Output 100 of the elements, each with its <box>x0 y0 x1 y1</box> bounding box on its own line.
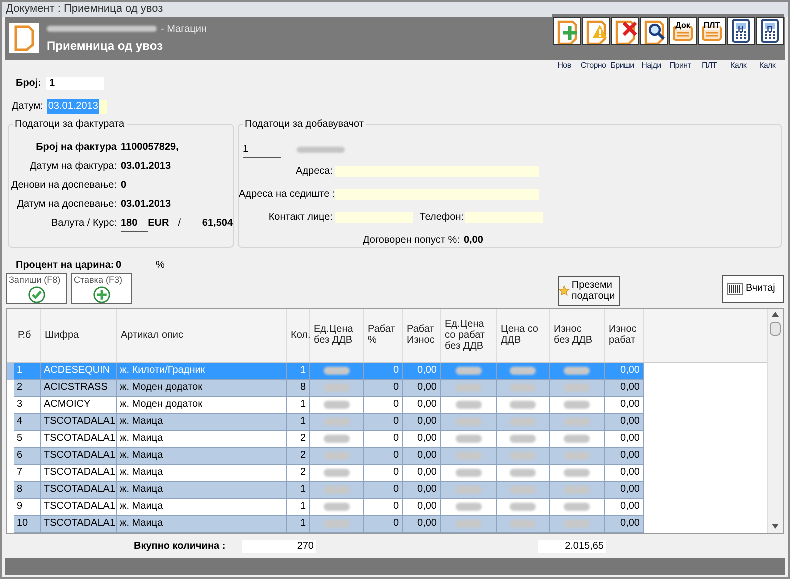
blurred-value <box>456 468 482 477</box>
number-field[interactable]: 1 <box>46 77 104 90</box>
table-cell-text: 0,00 <box>418 381 437 396</box>
table-cell-text: 1 <box>17 364 23 378</box>
total-amount-field: 2.015,65 <box>538 540 606 554</box>
column-header[interactable]: Р.б <box>14 308 41 362</box>
table-cell-text: 0 <box>393 449 399 464</box>
blurred-value <box>456 520 482 528</box>
table-cell-text: ж. Моден додаток <box>120 398 202 412</box>
table-cell-text: 0,00 <box>620 364 640 378</box>
table-cell-text: 1 <box>300 517 306 532</box>
table-cell-text: ACICSTRASS <box>44 381 108 396</box>
scroll-up-icon[interactable] <box>772 312 779 317</box>
currency-code-field[interactable]: 180 <box>121 216 148 232</box>
table-row[interactable]: 3 ACMOICY ж. Моден додаток 1 0 0,00 0,00 <box>14 396 644 414</box>
toolbar-button[interactable] <box>640 16 668 45</box>
table-cell-text: 0 <box>393 483 399 498</box>
discount-value: 0,00 <box>464 234 484 248</box>
blurred-value <box>510 400 536 409</box>
column-header[interactable]: Рабат Износ <box>403 308 441 362</box>
table-row[interactable]: 7 TSCOTADALA1 ж. Маица 2 0 0,00 0,00 <box>14 464 644 482</box>
blurred-value <box>510 502 536 511</box>
blurred-value <box>456 418 482 426</box>
table-cell-text: 1 <box>300 500 306 514</box>
save-button[interactable]: Запиши (F8) <box>6 272 67 304</box>
table-cell-text: 0,00 <box>418 398 437 412</box>
column-header[interactable]: Ед.Цена без ДДВ <box>310 308 364 362</box>
toolbar-button[interactable]: Н <box>727 16 755 45</box>
blurred-value <box>324 502 350 511</box>
table-cell-text: 0,00 <box>418 432 437 446</box>
table-row[interactable]: 6 TSCOTADALA1 ж. Маица 2 0 0,00 0,00 <box>14 448 644 465</box>
table-cell-text: TSCOTADALA1 <box>44 483 116 498</box>
table-cell-text: ж. Маица <box>120 517 164 532</box>
table-row[interactable]: 9 TSCOTADALA1 ж. Маица 1 0 0,00 0,00 <box>14 498 644 516</box>
table-cell-text: 0,00 <box>620 517 640 532</box>
plus-icon <box>92 286 110 304</box>
table-cell-text: ж. Маица <box>120 483 164 498</box>
column-header[interactable]: Рабат % <box>364 308 403 362</box>
table-cell-text: 0 <box>393 432 399 446</box>
table-row[interactable]: 5 TSCOTADALA1 ж. Маица 2 0 0,00 0,00 <box>14 430 644 448</box>
table-cell-text: 0,00 <box>418 517 437 532</box>
table-cell-text: 0,00 <box>418 500 437 514</box>
table-row[interactable]: 2 ACICSTRASS ж. Моден додаток 8 0 0,00 0,00 <box>14 380 644 397</box>
blurred-value <box>564 418 590 426</box>
toolbar-button[interactable] <box>582 16 610 45</box>
currency-name: EUR <box>148 217 170 232</box>
blurred-value <box>456 400 482 409</box>
blurred-value <box>564 384 590 392</box>
table-cell-text: TSCOTADALA1 <box>44 500 116 514</box>
toolbar-label: Сторно <box>580 60 608 72</box>
table-cell-text: 1 <box>300 364 306 378</box>
scroll-thumb[interactable] <box>770 322 781 336</box>
table-cell-text: ж. Моден додаток <box>120 381 202 396</box>
load-button[interactable]: Вчитај <box>722 274 784 303</box>
blurred-value <box>456 486 482 494</box>
column-header[interactable]: Износ без ДДВ <box>550 308 605 362</box>
field-value: 03.01.2013 <box>121 198 172 212</box>
column-header[interactable]: Кол. <box>287 308 310 362</box>
window-title: Документ : Приемница од увоз <box>6 2 164 18</box>
field-value: 0 <box>121 179 127 194</box>
toolbar-button[interactable]: ПЛТ <box>698 16 726 45</box>
toolbar-button[interactable]: Док <box>669 16 697 45</box>
blurred-value <box>324 520 350 528</box>
table-row[interactable]: 10 TSCOTADALA1 ж. Маица 1 0 0,00 0,00 <box>14 516 644 533</box>
column-header[interactable]: Износ рабат <box>605 308 644 362</box>
toolbar-button[interactable] <box>553 16 581 45</box>
blurred-value <box>324 434 350 443</box>
toolbar-button[interactable] <box>611 16 639 45</box>
column-header[interactable]: Артикал опис <box>117 308 287 362</box>
currency-label: Валута / Курс: <box>50 217 118 232</box>
table-cell-text: 1 <box>300 398 306 412</box>
add-item-button[interactable]: Ставка (F3) <box>71 272 132 304</box>
supplier-code-field[interactable]: 1 <box>243 142 281 158</box>
header-title: Приемница од увоз <box>47 38 164 55</box>
table-row[interactable]: 8 TSCOTADALA1 ж. Маица 1 0 0,00 0,00 <box>14 482 644 499</box>
table-cell-text: 1 <box>300 483 306 498</box>
header-subtitle: - Магацин <box>161 22 207 37</box>
blurred-value <box>324 366 350 375</box>
table-cell-text: 4 <box>17 415 23 430</box>
separator: / <box>178 217 182 232</box>
blurred-value <box>564 502 590 511</box>
column-header[interactable]: Цена со ДДВ <box>497 308 550 362</box>
column-header[interactable]: Шифра <box>41 308 117 362</box>
scrollbar[interactable] <box>767 308 783 533</box>
toolbar-button[interactable]: П <box>756 16 784 45</box>
table-row[interactable]: 4 TSCOTADALA1 ж. Маица 1 0 0,00 0,00 <box>14 414 644 431</box>
table-cell-text: ACDESEQUIN <box>44 364 110 378</box>
scroll-down-icon[interactable] <box>772 524 779 529</box>
table-cell-text: 0,00 <box>418 483 437 498</box>
table-cell-text: TSCOTADALA1 <box>44 415 116 430</box>
column-header[interactable]: Ед.Цена со рабат без ДДВ <box>441 308 497 362</box>
table-cell-text: 2 <box>300 466 306 480</box>
table-cell-text: 1 <box>300 415 306 430</box>
table-cell-text: 5 <box>17 432 23 446</box>
fetch-data-button[interactable]: Преземи податоци <box>558 276 620 306</box>
blurred-value <box>324 418 350 426</box>
blurred-value <box>564 468 590 477</box>
customs-label: Процент на царина: <box>16 258 116 273</box>
number-label: Број: <box>16 77 42 92</box>
blurred-value <box>456 384 482 392</box>
